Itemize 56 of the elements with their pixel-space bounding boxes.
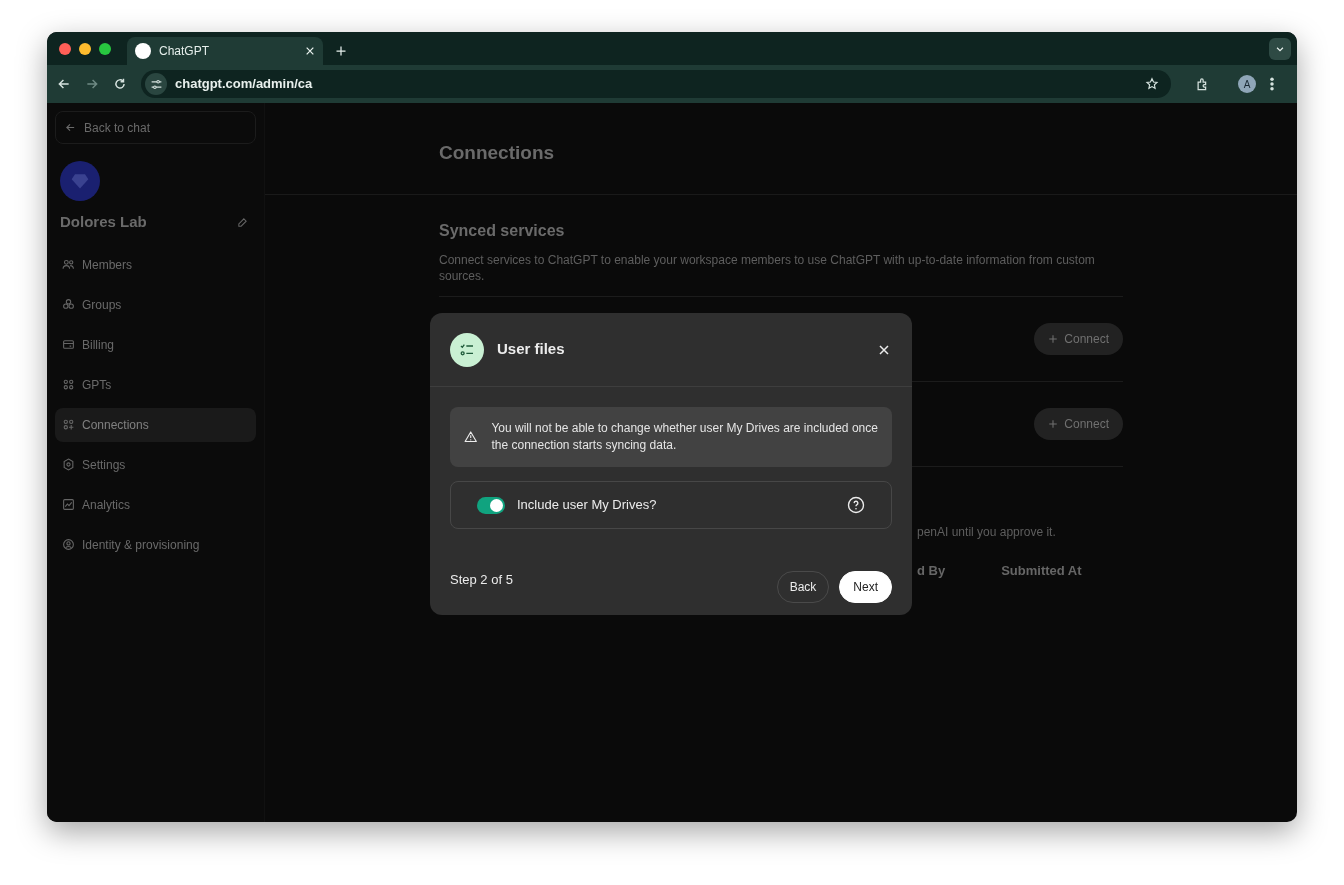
sidebar-item[interactable]: Connections bbox=[55, 407, 256, 442]
window-control-button[interactable] bbox=[99, 42, 111, 55]
circles-icon bbox=[62, 298, 75, 311]
workspace-logo bbox=[60, 161, 100, 201]
card-icon bbox=[62, 338, 75, 351]
page-title: Connections bbox=[265, 103, 1297, 195]
address-bar[interactable]: chatgpt.com/admin/ca bbox=[141, 70, 1171, 98]
section-description: Connect services to ChatGPT to enable your workspace members to use ChatGPT with up-to-date information from custom sources. bbox=[439, 252, 1096, 284]
grid-plus-icon bbox=[62, 418, 75, 431]
pencil-icon[interactable] bbox=[237, 216, 248, 228]
column-header: Submitted At bbox=[1001, 562, 1082, 580]
url-text: chatgpt.com/admin/ca bbox=[175, 75, 313, 94]
toggle-switch[interactable] bbox=[477, 496, 505, 514]
user-circle-icon bbox=[62, 538, 75, 551]
plus-icon bbox=[1048, 419, 1059, 429]
window-control-button[interactable] bbox=[79, 42, 91, 55]
new-tab-icon[interactable] bbox=[335, 45, 347, 57]
connect-button[interactable]: Connect bbox=[1034, 408, 1123, 440]
help-icon[interactable] bbox=[847, 496, 865, 514]
back-icon[interactable] bbox=[57, 77, 71, 91]
tab-title: ChatGPT bbox=[159, 43, 209, 60]
back-arrow-icon bbox=[65, 122, 76, 133]
connect-button[interactable]: Connect bbox=[1034, 323, 1123, 355]
sidebar-item[interactable]: GPTs bbox=[55, 367, 256, 402]
forward-icon[interactable] bbox=[85, 77, 99, 91]
favicon-icon bbox=[135, 43, 151, 59]
next-button[interactable]: Next bbox=[839, 571, 892, 603]
browser-tab[interactable]: ChatGPT bbox=[127, 37, 323, 65]
toggle-label: Include user My Drives? bbox=[517, 496, 657, 515]
people-icon bbox=[62, 258, 75, 271]
section-title: Synced services bbox=[439, 221, 566, 241]
warning-text: You will not be able to change whether user My Drives are included once the connection starts syncing data. bbox=[491, 420, 878, 454]
sidebar-item[interactable]: Settings bbox=[55, 447, 256, 482]
tab-list-button[interactable] bbox=[1269, 37, 1291, 60]
sidebar-item[interactable]: Analytics bbox=[55, 487, 256, 522]
sidebar-item[interactable]: Identity & provisioning bbox=[55, 527, 256, 562]
more-menu-icon[interactable] bbox=[1270, 77, 1274, 91]
plus-icon bbox=[1048, 334, 1059, 344]
workspace-name: Dolores Lab bbox=[60, 212, 147, 232]
window-control-button[interactable] bbox=[59, 42, 71, 55]
bookmark-star-icon[interactable] bbox=[1145, 77, 1159, 91]
step-indicator: Step 2 of 5 bbox=[450, 571, 513, 590]
chart-icon bbox=[62, 498, 75, 511]
sidebar-item[interactable]: Billing bbox=[55, 327, 256, 362]
description-text: penAI until you approve it. bbox=[917, 525, 1056, 539]
dialog-title: User files bbox=[497, 339, 565, 360]
grid-icon bbox=[62, 378, 75, 391]
site-settings-icon[interactable] bbox=[149, 77, 163, 91]
column-header: d By bbox=[917, 562, 946, 580]
gear-icon bbox=[62, 458, 75, 471]
close-icon[interactable] bbox=[305, 46, 315, 56]
profile-avatar[interactable]: A bbox=[1238, 75, 1256, 93]
sidebar-item[interactable]: Members bbox=[55, 247, 256, 282]
reload-icon[interactable] bbox=[113, 77, 127, 91]
back-to-chat-button[interactable]: Back to chat bbox=[55, 111, 256, 144]
sidebar-item[interactable]: Groups bbox=[55, 287, 256, 322]
